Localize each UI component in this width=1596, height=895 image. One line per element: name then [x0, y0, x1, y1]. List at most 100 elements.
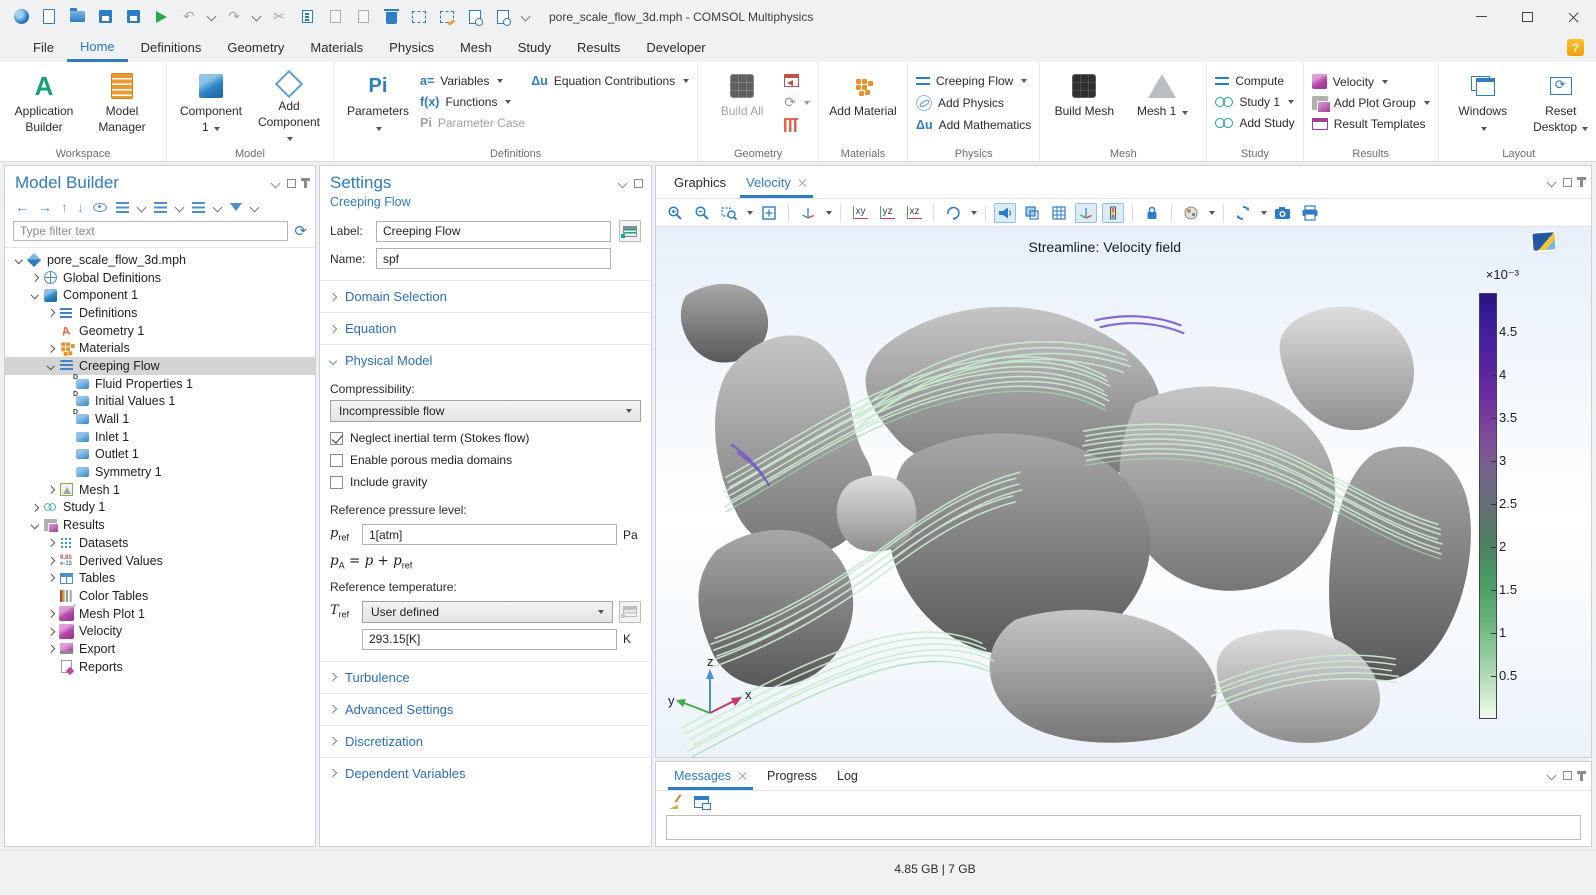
tree-item-root[interactable]: pore_scale_flow_3d.mph [5, 251, 315, 269]
rename-button[interactable] [619, 220, 641, 242]
result-templates-button[interactable]: Result Templates [1312, 117, 1430, 131]
copy-icon[interactable] [298, 8, 316, 26]
label-input[interactable] [376, 221, 611, 242]
mesh1-button[interactable]: Mesh 1 [1126, 67, 1198, 146]
clear-selection-icon[interactable] [438, 8, 456, 26]
close-tab-icon[interactable] [798, 178, 807, 187]
undo-dropdown-icon[interactable] [207, 12, 217, 22]
tab-log[interactable]: Log [827, 762, 868, 790]
refresh-icon[interactable]: ⟳ [294, 222, 307, 240]
grid-icon[interactable] [1048, 203, 1070, 223]
cut-icon[interactable]: ✂ [270, 8, 288, 26]
delete-icon[interactable] [382, 8, 400, 26]
add-plot-group-button[interactable]: Add Plot Group [1312, 96, 1430, 110]
compressibility-dropdown[interactable]: Incompressible flow [330, 400, 641, 422]
close-button[interactable] [1550, 0, 1596, 33]
tree-filter-input[interactable] [13, 221, 288, 241]
ref-temperature-input[interactable] [362, 629, 617, 650]
undo-icon[interactable]: ↶ [180, 8, 198, 26]
zoom-in-icon[interactable] [664, 203, 686, 223]
tree-item-inlet1[interactable]: Inlet 1 [5, 428, 315, 446]
tree-item-materials[interactable]: Materials [5, 339, 315, 357]
graphics-float-icon[interactable] [1563, 178, 1572, 187]
find-in-model-icon[interactable] [494, 8, 512, 26]
node-label-dropdown-icon[interactable] [213, 202, 223, 212]
section-equation[interactable]: Equation [320, 312, 651, 344]
zoom-box-icon[interactable] [718, 203, 740, 223]
show-legend-icon[interactable] [1102, 203, 1124, 223]
paste-icon[interactable] [326, 8, 344, 26]
snapshot-icon[interactable] [1272, 203, 1294, 223]
add-component-button[interactable]: Add Component [253, 67, 325, 146]
find-icon[interactable] [466, 8, 484, 26]
tab-materials[interactable]: Materials [297, 33, 376, 62]
tree-item-fluid-properties1[interactable]: D Fluid Properties 1 [5, 375, 315, 393]
graphics-menu-icon[interactable] [1547, 177, 1557, 187]
tab-definitions[interactable]: Definitions [128, 33, 215, 62]
application-builder-button[interactable]: A Application Builder [8, 67, 80, 146]
add-material-button[interactable]: Add Material [827, 67, 899, 146]
tree-item-component1[interactable]: Component 1 [5, 286, 315, 304]
tree-item-results[interactable]: Results [5, 516, 315, 534]
tree-item-definitions[interactable]: Definitions [5, 304, 315, 322]
tab-home[interactable]: Home [67, 33, 128, 62]
help-button[interactable]: ? [1567, 39, 1584, 56]
zoom-out-icon[interactable] [691, 203, 713, 223]
tree-item-creeping-flow[interactable]: Creeping Flow [5, 357, 315, 375]
print-icon[interactable] [1299, 203, 1321, 223]
equation-contributions-button[interactable]: Δu Equation Contributions [531, 74, 689, 88]
view-xz-icon[interactable]: xz [903, 203, 925, 223]
parameters-button[interactable]: Pi Parameters [342, 67, 414, 146]
porous-media-checkbox[interactable] [330, 454, 343, 467]
section-discretization[interactable]: Discretization [320, 725, 651, 757]
section-physical-model[interactable]: Physical Model [320, 344, 651, 376]
tab-developer[interactable]: Developer [633, 33, 718, 62]
minimize-button[interactable] [1458, 0, 1504, 33]
back-icon[interactable]: ← [15, 199, 29, 215]
tree-item-symmetry1[interactable]: Symmetry 1 [5, 463, 315, 481]
show-axis-icon[interactable] [1075, 203, 1097, 223]
ref-pressure-input[interactable] [362, 524, 617, 545]
tree-item-geometry1[interactable]: A Geometry 1 [5, 322, 315, 340]
tab-study[interactable]: Study [505, 33, 564, 62]
section-advanced-settings[interactable]: Advanced Settings [320, 693, 651, 725]
collapse-dropdown-icon[interactable] [175, 202, 185, 212]
tree-item-reports[interactable]: Reports [5, 658, 315, 676]
tab-file[interactable]: File [20, 33, 67, 62]
node-label-icon[interactable] [192, 202, 205, 213]
environment-dropdown-icon[interactable] [1209, 211, 1215, 215]
reset-desktop-button[interactable]: Reset Desktop [1525, 67, 1596, 146]
tree-item-mesh-plot1[interactable]: * Mesh Plot 1 [5, 605, 315, 623]
panel-menu-icon[interactable] [271, 178, 281, 188]
tree-item-mesh1[interactable]: Mesh 1 [5, 481, 315, 499]
maximize-button[interactable] [1504, 0, 1550, 33]
view-xy-icon[interactable]: xy [849, 203, 871, 223]
tree-item-color-tables[interactable]: Color Tables [5, 587, 315, 605]
tab-results[interactable]: Results [564, 33, 633, 62]
lock-icon[interactable] [1141, 203, 1163, 223]
rotate-view-dropdown-icon[interactable] [971, 211, 977, 215]
run-icon[interactable] [152, 8, 170, 26]
functions-button[interactable]: f(x) Functions [420, 95, 525, 109]
forward-icon[interactable]: → [38, 199, 52, 215]
message-table-icon[interactable] [694, 796, 709, 808]
tree-item-study1[interactable]: Study 1 [5, 499, 315, 517]
tree-item-outlet1[interactable]: Outlet 1 [5, 446, 315, 464]
messages-menu-icon[interactable] [1547, 771, 1557, 781]
close-messages-icon[interactable] [738, 771, 747, 780]
tab-progress[interactable]: Progress [757, 762, 827, 790]
update-plot-icon[interactable] [1232, 203, 1254, 223]
filter-icon[interactable] [230, 203, 242, 211]
select-box-icon[interactable] [410, 8, 428, 26]
creeping-flow-ribbon-button[interactable]: Creeping Flow [916, 74, 1031, 88]
clear-messages-icon[interactable] [668, 794, 684, 810]
zoom-box-dropdown-icon[interactable] [747, 211, 753, 215]
gravity-checkbox[interactable] [330, 476, 343, 489]
paste-special-icon[interactable] [354, 8, 372, 26]
new-file-icon[interactable] [40, 8, 58, 26]
tree-item-wall1[interactable]: D Wall 1 [5, 410, 315, 428]
add-mathematics-button[interactable]: Δu Add Mathematics [916, 118, 1031, 132]
default-view-dropdown-icon[interactable] [826, 211, 832, 215]
save-as-icon[interactable] [124, 8, 142, 26]
scene-light-icon[interactable] [994, 203, 1016, 223]
